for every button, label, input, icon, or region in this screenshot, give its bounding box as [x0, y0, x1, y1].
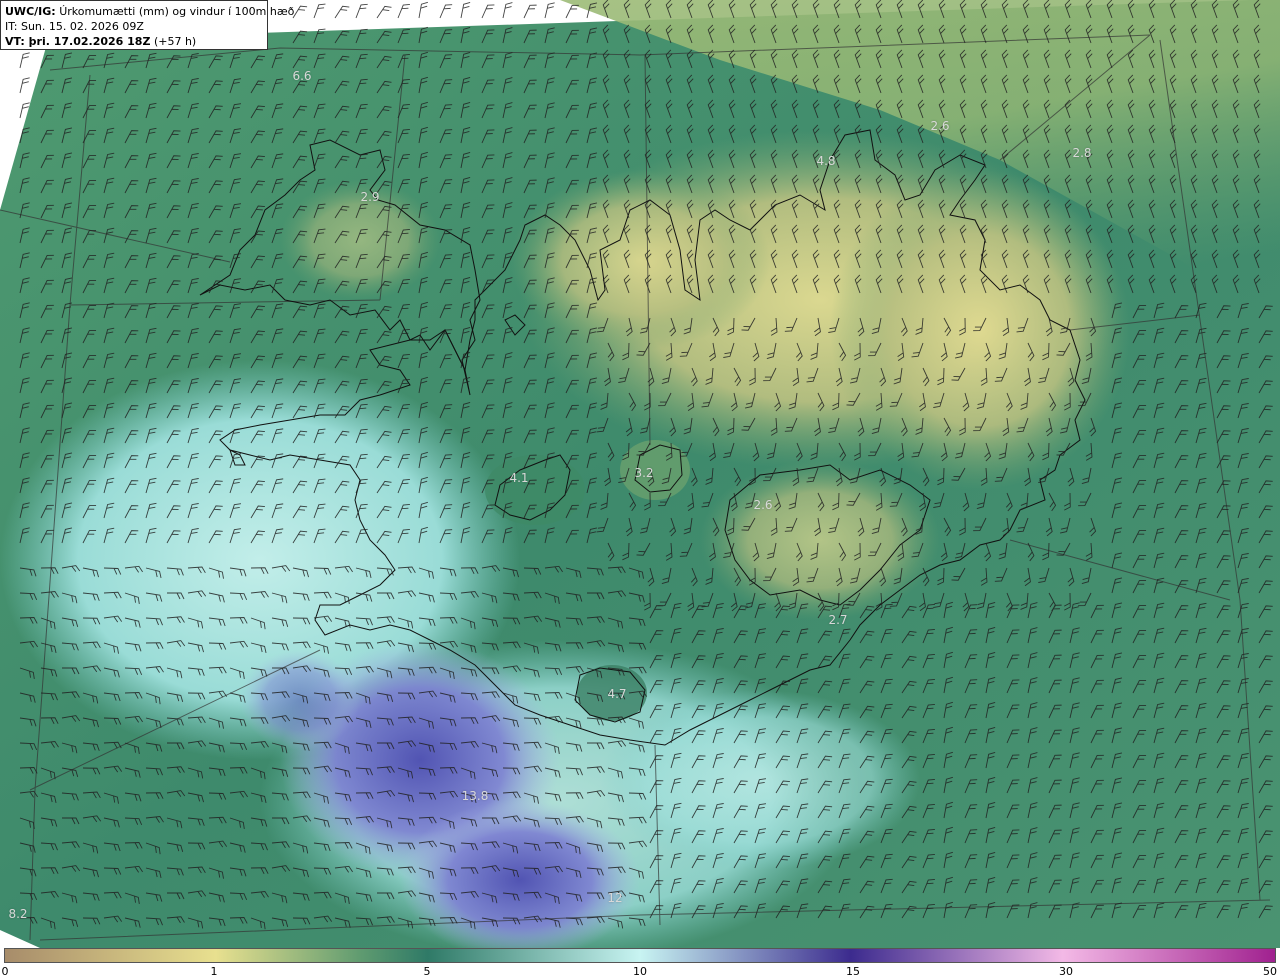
forecast-offset: (+57 h): [153, 35, 197, 48]
precip-max-label: 4.1: [509, 471, 529, 485]
colorbar-gradient: [4, 948, 1276, 963]
precip-max-label: 2.8: [1072, 146, 1092, 160]
colorbar-tick: 1: [210, 965, 218, 978]
precip-max-label: 8.2: [8, 907, 28, 921]
precip-max-label: 13.8: [461, 789, 489, 803]
colorbar-tick: 5: [423, 965, 431, 978]
initial-time: IT: Sun. 15. 02. 2026 09Z: [5, 20, 144, 33]
product-title-row: UWC/IG: Úrkomumætti (mm) og vindur í 100…: [5, 4, 294, 19]
precip-max-label: 2.9: [360, 190, 380, 204]
precip-max-label: 3.2: [634, 466, 654, 480]
product-description: Úrkomumætti (mm) og vindur í 100m hæð: [59, 5, 295, 18]
colorbar: 0 1 5 10 15 30 50: [0, 948, 1280, 978]
valid-time-row: VT: þri. 17.02.2026 18Z (+57 h): [5, 34, 263, 49]
colorbar-tick: 30: [1059, 965, 1073, 978]
map-info-box: UWC/IG: Úrkomumætti (mm) og vindur í 100…: [0, 0, 294, 50]
valid-time: VT: þri. 17.02.2026 18Z: [5, 35, 151, 48]
colorbar-tick: 0: [1, 965, 9, 978]
colorbar-tick: 10: [633, 965, 647, 978]
precip-max-label: 2.6: [753, 498, 773, 512]
product-code: UWC/IG:: [5, 5, 56, 18]
precip-max-label: 4.7: [607, 687, 627, 701]
precip-max-label: 2.7: [828, 613, 848, 627]
precip-max-label: 2.6: [930, 119, 950, 133]
precip-max-label: 6.6: [292, 69, 312, 83]
colorbar-tick: 50: [1263, 965, 1277, 978]
colorbar-tick: 15: [846, 965, 860, 978]
precip-max-label: 12: [607, 891, 623, 905]
precip-max-label: 4.8: [816, 154, 836, 168]
